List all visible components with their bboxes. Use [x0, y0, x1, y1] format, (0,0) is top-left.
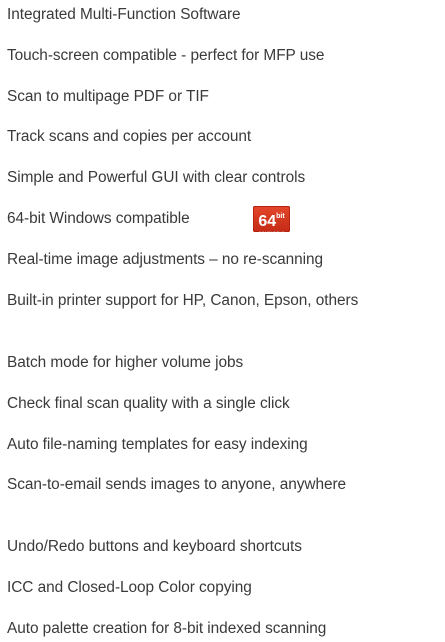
feature-item-64bit: 64-bit Windows compatible 64bit COMPATIB…	[7, 206, 443, 235]
feature-item: Scan to multipage PDF or TIF	[7, 88, 209, 105]
badge-sup: bit	[276, 213, 285, 220]
badge-number: 64	[258, 213, 277, 230]
feature-item: Track scans and copies per account	[7, 128, 252, 145]
badge-caption: COMPATIBLE	[258, 230, 285, 235]
feature-item: Batch mode for higher volume jobs	[7, 354, 244, 371]
feature-item: Check final scan quality with a single c…	[7, 395, 290, 412]
feature-item: Touch-screen compatible - perfect for MF…	[7, 47, 325, 64]
feature-item: Simple and Powerful GUI with clear contr…	[7, 169, 306, 186]
feature-item: Built-in printer support for HP, Canon, …	[7, 292, 359, 309]
feature-item: Auto file-naming templates for easy inde…	[7, 436, 308, 453]
feature-item: Integrated Multi-Function Software	[7, 6, 241, 23]
feature-item-label: 64-bit Windows compatible	[7, 210, 190, 227]
feature-item: Auto palette creation for 8-bit indexed …	[7, 620, 327, 637]
feature-item: Real-time image adjustments – no re-scan…	[7, 251, 324, 268]
64-bit-compatible-badge-icon: 64bit COMPATIBLE	[253, 206, 290, 235]
feature-item: ICC and Closed-Loop Color copying	[7, 579, 252, 596]
feature-item: Undo/Redo buttons and keyboard shortcuts	[7, 538, 302, 555]
feature-item: Scan-to-email sends images to anyone, an…	[7, 476, 347, 493]
